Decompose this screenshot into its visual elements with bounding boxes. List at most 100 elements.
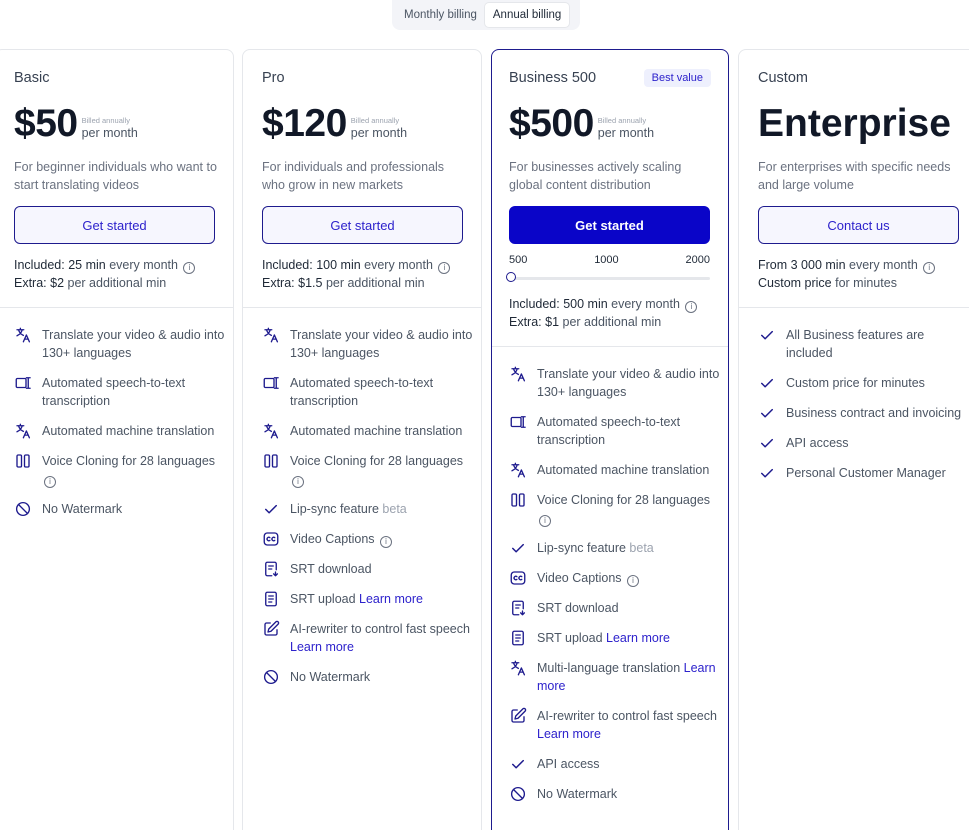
plan-description: For enterprises with specific needs and … (758, 160, 951, 192)
feature-text: Automated speech-to-text transcription (537, 415, 681, 447)
plan-allowance: Included: 25 min every month i Extra: $2 … (14, 256, 224, 292)
voice-clone-icon (509, 491, 527, 509)
learn-more-link[interactable]: Learn more (606, 631, 670, 645)
feature-text: Video Captions i (290, 530, 393, 548)
info-icon[interactable]: i (44, 476, 56, 488)
learn-more-link[interactable]: Learn more (290, 640, 354, 654)
billed-annually-label: Billed annually (81, 116, 130, 125)
get-started-button[interactable]: Get started (262, 206, 463, 244)
feature-item: Automated speech-to-text transcription (509, 413, 720, 449)
feature-text: Lip-sync feature beta (537, 541, 654, 555)
annual-billing-tab[interactable]: Annual billing (484, 3, 570, 27)
feature-text: No Watermark (537, 787, 618, 801)
plan-description: For individuals and professionals who gr… (262, 160, 445, 192)
feature-item: Lip-sync feature beta (262, 500, 473, 518)
plan-name: Custom (758, 70, 808, 86)
plan-card-enterprise: Custom Enterprise For enterprises with s… (738, 49, 969, 830)
translate-icon (509, 659, 527, 677)
info-icon[interactable]: i (438, 262, 451, 274)
included-value: Included: 100 min (262, 258, 365, 272)
feature-text: SRT download (290, 562, 372, 576)
minutes-slider-track[interactable] (511, 277, 710, 280)
check-icon (758, 326, 776, 344)
plan-allowance: Included: 100 min every month i Extra: $1… (262, 256, 472, 292)
feature-text: SRT download (537, 601, 619, 615)
feature-item: Custom price for minutes (758, 374, 969, 392)
monthly-billing-tab[interactable]: Monthly billing (396, 3, 485, 27)
feature-item: Automated machine translation (509, 461, 720, 479)
feature-item: Automated machine translation (14, 422, 225, 440)
check-icon (509, 755, 527, 773)
feature-item: AI-rewriter to control fast speech Learn… (509, 707, 720, 743)
feature-text: Automated machine translation (537, 463, 710, 477)
feature-item: Business contract and invoicing (758, 404, 969, 422)
learn-more-link[interactable]: Learn more (359, 592, 423, 606)
feature-list: Translate your video & audio into 130+ l… (14, 326, 225, 530)
divider (243, 307, 481, 308)
info-icon[interactable]: i (627, 575, 640, 587)
plan-card-basic: Basic $50 Billed annually per month For … (0, 49, 234, 830)
price-row: $120 Billed annually per month (262, 102, 407, 146)
feature-item: Video Captions i (262, 530, 473, 548)
slider-label: 1000 (594, 254, 619, 266)
included-line: From 3 000 min every month i (758, 256, 968, 274)
feature-text: Custom price for minutes (786, 376, 925, 390)
no-watermark-icon (262, 668, 280, 686)
info-icon[interactable]: i (685, 301, 698, 313)
extra-value: Extra: $1.5 (262, 276, 326, 290)
feature-text: Automated speech-to-text transcription (42, 376, 186, 408)
divider (492, 346, 728, 347)
learn-more-link[interactable]: Learn more (537, 727, 601, 741)
feature-item: API access (509, 755, 720, 773)
check-icon (262, 500, 280, 518)
plan-card-business: Business 500 Best value $500 Billed annu… (491, 49, 729, 830)
translate-icon (262, 326, 280, 344)
plan-price: $50 (14, 102, 78, 145)
plan-description: For beginner individuals who want to sta… (14, 160, 217, 192)
learn-more-link[interactable]: Learn more (537, 661, 716, 693)
info-icon[interactable]: i (380, 536, 393, 548)
included-suffix: every month (611, 297, 680, 311)
info-icon[interactable]: i (183, 262, 196, 274)
plan-name: Business 500 (509, 70, 597, 86)
feature-item: SRT download (262, 560, 473, 578)
feature-text: SRT upload Learn more (537, 631, 670, 645)
info-icon[interactable]: i (539, 515, 551, 527)
feature-text: AI-rewriter to control fast speech Learn… (537, 709, 717, 741)
feature-item: SRT upload Learn more (262, 590, 473, 608)
included-value: Included: 500 min (509, 297, 612, 311)
info-icon[interactable]: i (292, 476, 304, 488)
feature-list: Translate your video & audio into 130+ l… (509, 365, 720, 815)
slider-label: 2000 (685, 254, 710, 266)
voice-clone-icon (262, 452, 280, 470)
translate-icon (14, 326, 32, 344)
per-month-label: per month (350, 126, 408, 140)
feature-text: Voice Cloning for 28 languages i (537, 493, 711, 527)
get-started-button[interactable]: Get started (509, 206, 710, 244)
translate-icon (14, 422, 32, 440)
feature-text: Translate your video & audio into 130+ l… (42, 328, 225, 360)
plan-name: Basic (14, 70, 50, 86)
extra-suffix: per additional min (325, 276, 425, 290)
translate-icon (509, 461, 527, 479)
plan-title: Enterprise (758, 102, 951, 145)
feature-text: Multi-language translation Learn more (537, 661, 716, 693)
per-month-label: per month (81, 126, 138, 140)
check-icon (758, 464, 776, 482)
feature-text: No Watermark (42, 502, 123, 516)
minutes-slider-handle[interactable] (506, 272, 516, 282)
beta-label: beta (382, 502, 407, 516)
billed-annually-label: Billed annually (350, 116, 400, 125)
plan-card-pro: Pro $120 Billed annually per month For i… (242, 49, 482, 830)
feature-item: Translate your video & audio into 130+ l… (509, 365, 720, 401)
extra-line: Extra: $1.5 per additional min (262, 274, 472, 292)
plan-price: $120 (262, 102, 347, 145)
speech-to-text-icon (262, 374, 280, 392)
feature-item: Automated machine translation (262, 422, 473, 440)
speech-to-text-icon (14, 374, 32, 392)
contact-us-button[interactable]: Contact us (758, 206, 959, 244)
feature-text: Voice Cloning for 28 languages i (290, 454, 464, 488)
info-icon[interactable]: i (923, 262, 936, 274)
minutes-slider-labels: 500 1000 2000 (509, 254, 710, 266)
get-started-button[interactable]: Get started (14, 206, 215, 244)
